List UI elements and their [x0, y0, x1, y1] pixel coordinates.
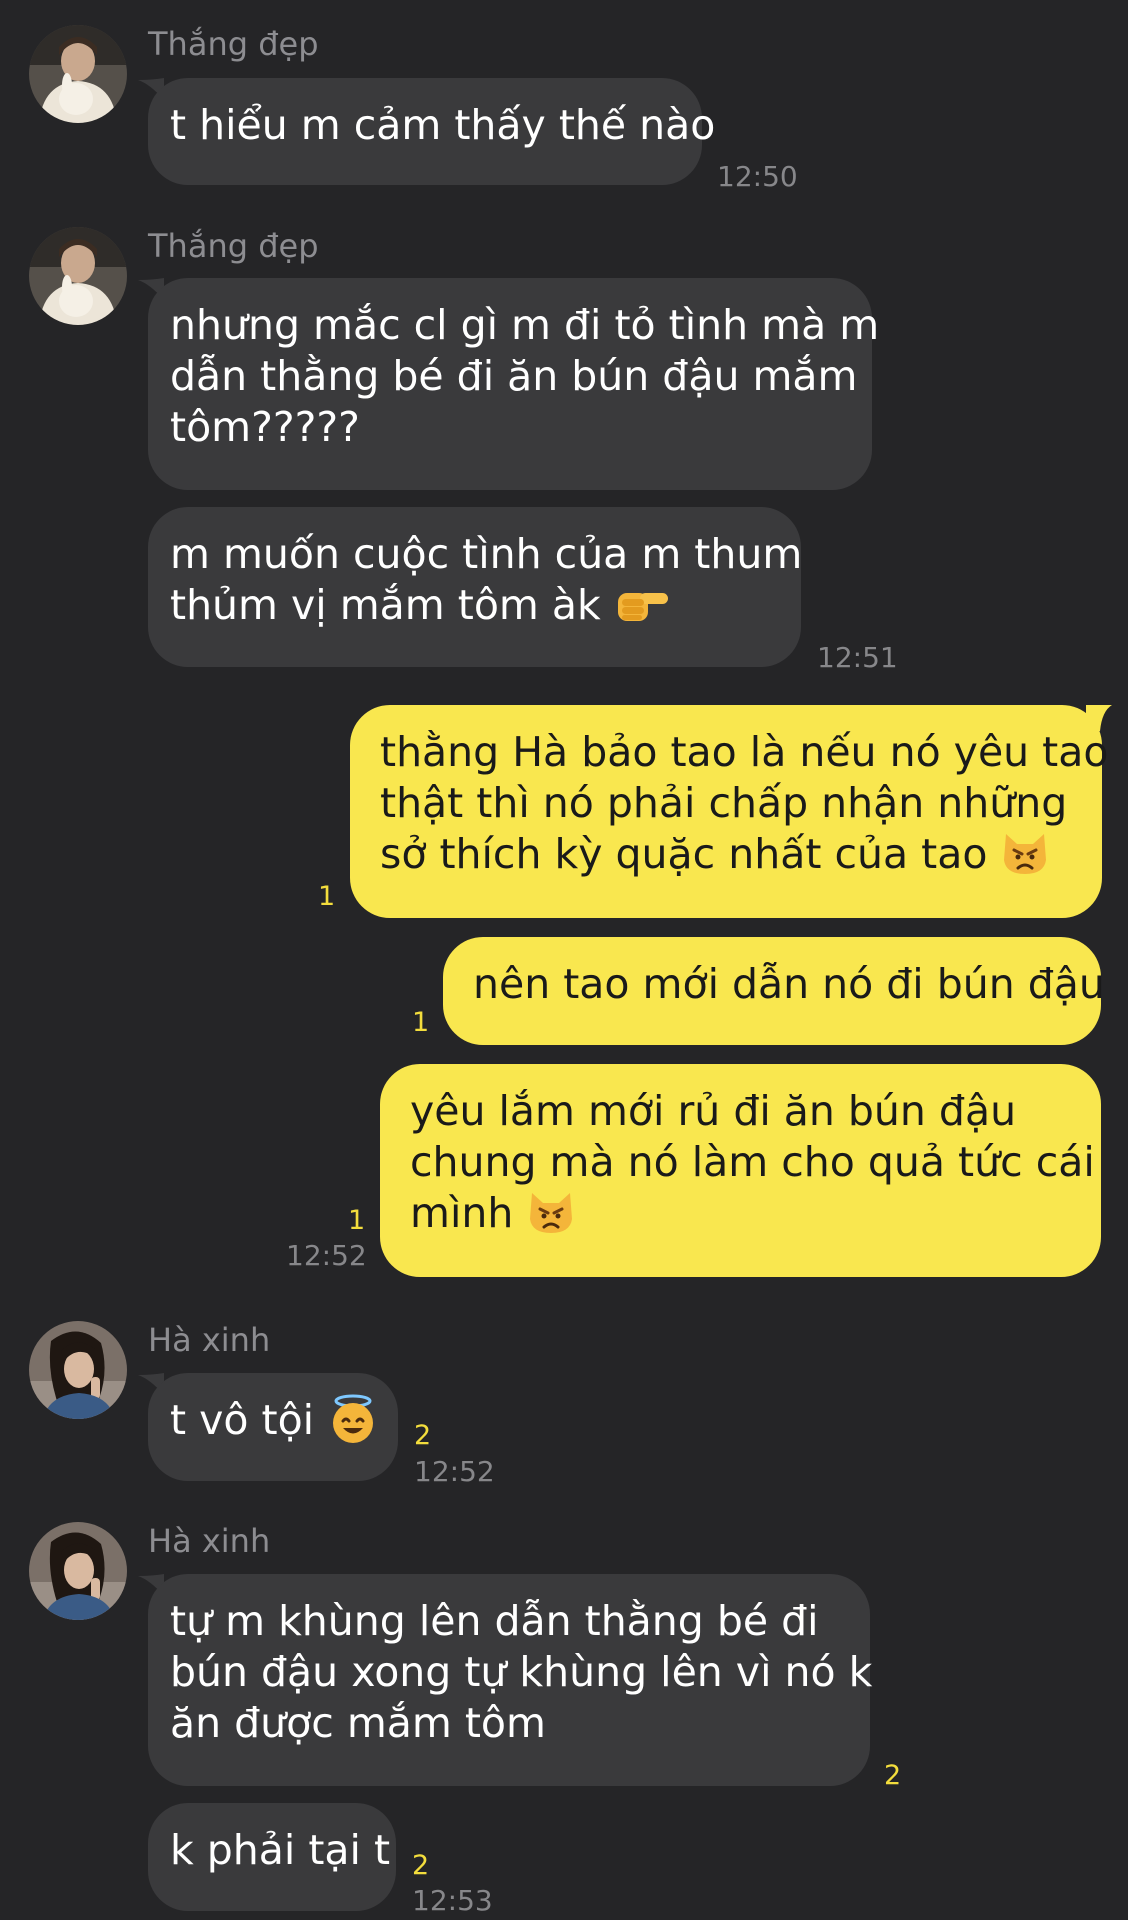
unread-count: 2 [884, 1760, 902, 1791]
unread-count: 2 [414, 1420, 432, 1451]
unread-count: 1 [318, 881, 336, 912]
message-bubble[interactable]: nên tao mới dẫn nó đi bún đậu [443, 937, 1105, 1045]
timestamp: 12:52 [414, 1455, 495, 1488]
timestamp: 12:51 [817, 641, 898, 674]
message-text: nên tao mới dẫn nó đi bún đậu [473, 960, 1105, 1008]
bubble-tail [1086, 705, 1112, 731]
sender-name: Hà xinh [148, 1522, 271, 1560]
message-text-line: tự m khùng lên dẫn thằng bé đi [170, 1597, 819, 1645]
message-text-line: yêu lắm mới rủ đi ăn bún đậu [410, 1087, 1017, 1135]
timestamp: 12:50 [717, 160, 798, 193]
message-bubble[interactable]: thằng Hà bảo tao là nếu nó yêu tao thật … [350, 705, 1109, 918]
sender-name: Hà xinh [148, 1321, 271, 1359]
unread-count: 2 [412, 1850, 430, 1881]
message-bubble[interactable]: t hiểu m cảm thấy thế nào [148, 78, 716, 185]
smiling-face-with-halo-icon [333, 1394, 374, 1443]
avatar-ha[interactable] [29, 1321, 127, 1419]
message-text-line: nhưng mắc cl gì m đi tỏ tình mà m [170, 301, 880, 349]
message-text: k phải tại t [170, 1826, 391, 1874]
message-text-line: thằng Hà bảo tao là nếu nó yêu tao [380, 728, 1109, 776]
timestamp: 12:53 [412, 1884, 493, 1917]
timestamp: 12:52 [286, 1239, 367, 1272]
message-text-line: mình [410, 1189, 514, 1237]
message-bubble[interactable]: k phải tại t [148, 1803, 396, 1911]
message-bubble[interactable]: nhưng mắc cl gì m đi tỏ tình mà m dẫn th… [148, 278, 880, 490]
message-bubble[interactable]: tự m khùng lên dẫn thằng bé đi bún đậu x… [148, 1574, 873, 1786]
message-text-line: thủm vị mắm tôm àk [170, 581, 601, 629]
message-text-line: ăn được mắm tôm [170, 1699, 546, 1747]
message-text: t hiểu m cảm thấy thế nào [170, 101, 716, 149]
message-text-line: chung mà nó làm cho quả tức cái [410, 1138, 1095, 1186]
message-text-line: bún đậu xong tự khùng lên vì nó k [170, 1648, 873, 1696]
message-bubble[interactable]: t vô tội [148, 1373, 398, 1481]
message-bubble[interactable]: m muốn cuộc tình của m thum thủm vị mắm … [148, 507, 803, 667]
pouting-cat-icon [530, 1193, 573, 1233]
message-text-line: thật thì nó phải chấp nhận những [380, 779, 1068, 827]
backhand-index-pointing-right-icon [617, 593, 668, 621]
unread-count: 1 [348, 1205, 366, 1236]
message-text: t vô tội [170, 1396, 315, 1444]
avatar-thang[interactable] [29, 25, 127, 123]
message-text-line: dẫn thằng bé đi ăn bún đậu mắm [170, 352, 858, 400]
message-text-line: sở thích kỳ quặc nhất của tao [380, 830, 988, 878]
avatar-thang[interactable] [29, 227, 127, 325]
message-bubble[interactable]: yêu lắm mới rủ đi ăn bún đậu chung mà nó… [380, 1064, 1101, 1277]
message-text-line: tôm????? [170, 403, 360, 451]
sender-name: Thắng đẹp [148, 25, 319, 63]
avatar-ha[interactable] [29, 1522, 127, 1620]
pouting-cat-icon [1004, 834, 1047, 874]
message-text-line: m muốn cuộc tình của m thum [170, 530, 803, 578]
unread-count: 1 [412, 1007, 430, 1038]
sender-name: Thắng đẹp [148, 227, 319, 265]
